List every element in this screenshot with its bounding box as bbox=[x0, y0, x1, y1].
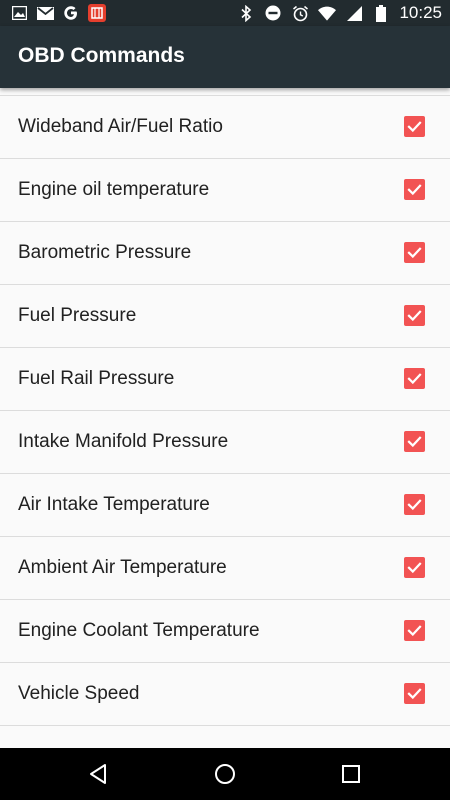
list-item[interactable]: Wideband Air/Fuel Ratio bbox=[0, 96, 450, 159]
list-item-label: Ambient Air Temperature bbox=[18, 557, 227, 578]
navigation-bar bbox=[0, 748, 450, 800]
checkmark-icon bbox=[407, 688, 422, 700]
checkbox[interactable] bbox=[404, 620, 425, 641]
checkmark-icon bbox=[407, 310, 422, 322]
dnd-icon bbox=[264, 4, 282, 22]
image-icon bbox=[10, 4, 28, 22]
back-icon[interactable] bbox=[86, 761, 112, 787]
list-content: Air/Fuel Ratio Wideband Air/Fuel Ratio Eng… bbox=[0, 88, 450, 726]
checkmark-icon bbox=[407, 562, 422, 574]
checkmark-icon bbox=[407, 247, 422, 259]
list-item-label: Air Intake Temperature bbox=[18, 494, 210, 515]
app-bar: OBD Commands bbox=[0, 26, 450, 88]
home-icon[interactable] bbox=[212, 761, 238, 787]
list-item-label: Wideband Air/Fuel Ratio bbox=[18, 116, 223, 137]
page-title: OBD Commands bbox=[18, 44, 185, 67]
wifi-icon bbox=[318, 4, 337, 22]
status-bar: 10:25 bbox=[0, 0, 450, 26]
checkbox[interactable] bbox=[404, 179, 425, 200]
list-item-label: Fuel Pressure bbox=[18, 305, 137, 326]
bluetooth-icon bbox=[237, 4, 255, 22]
checkbox[interactable] bbox=[404, 368, 425, 389]
checkbox[interactable] bbox=[404, 305, 425, 326]
list-item-label: Intake Manifold Pressure bbox=[18, 431, 229, 452]
list-item[interactable]: Intake Manifold Pressure bbox=[0, 411, 450, 474]
checkmark-icon bbox=[407, 121, 422, 133]
checkbox[interactable] bbox=[404, 683, 425, 704]
list-item-label: Barometric Pressure bbox=[18, 242, 192, 263]
list-item[interactable]: Engine oil temperature bbox=[0, 159, 450, 222]
list-item[interactable]: Fuel Rail Pressure bbox=[0, 348, 450, 411]
list-item-label: Fuel Rail Pressure bbox=[18, 368, 175, 389]
list-item[interactable]: Air Intake Temperature bbox=[0, 474, 450, 537]
list-item[interactable]: Air/Fuel Ratio bbox=[0, 88, 450, 96]
recents-icon[interactable] bbox=[338, 761, 364, 787]
checkbox[interactable] bbox=[404, 242, 425, 263]
checkbox[interactable] bbox=[404, 431, 425, 452]
list-item-label: Vehicle Speed bbox=[18, 683, 140, 704]
signal-icon bbox=[345, 4, 363, 22]
list-item[interactable]: Fuel Pressure bbox=[0, 285, 450, 348]
checkmark-icon bbox=[407, 373, 422, 385]
list-item[interactable]: Barometric Pressure bbox=[0, 222, 450, 285]
checkmark-icon bbox=[407, 436, 422, 448]
battery-icon bbox=[372, 4, 390, 22]
list-item-label: Engine Coolant Temperature bbox=[18, 620, 260, 641]
list-item-label: Engine oil temperature bbox=[18, 179, 210, 200]
gmail-icon bbox=[36, 4, 54, 22]
google-icon bbox=[62, 4, 80, 22]
checkmark-icon bbox=[407, 625, 422, 637]
checkbox[interactable] bbox=[404, 116, 425, 137]
list-item[interactable]: Ambient Air Temperature bbox=[0, 537, 450, 600]
alarm-icon bbox=[291, 4, 309, 22]
list-item[interactable]: Vehicle Speed bbox=[0, 663, 450, 726]
checkmark-icon bbox=[407, 184, 422, 196]
checkmark-icon bbox=[407, 499, 422, 511]
list-item-label: Air/Fuel Ratio bbox=[18, 88, 133, 95]
list-item[interactable]: Engine Coolant Temperature bbox=[0, 600, 450, 663]
checkbox[interactable] bbox=[404, 557, 425, 578]
obd-command-list[interactable]: Air/Fuel Ratio Wideband Air/Fuel Ratio Eng… bbox=[0, 88, 450, 748]
status-time: 10:25 bbox=[399, 3, 442, 22]
app-notification-icon bbox=[88, 4, 106, 22]
checkbox[interactable] bbox=[404, 494, 425, 515]
